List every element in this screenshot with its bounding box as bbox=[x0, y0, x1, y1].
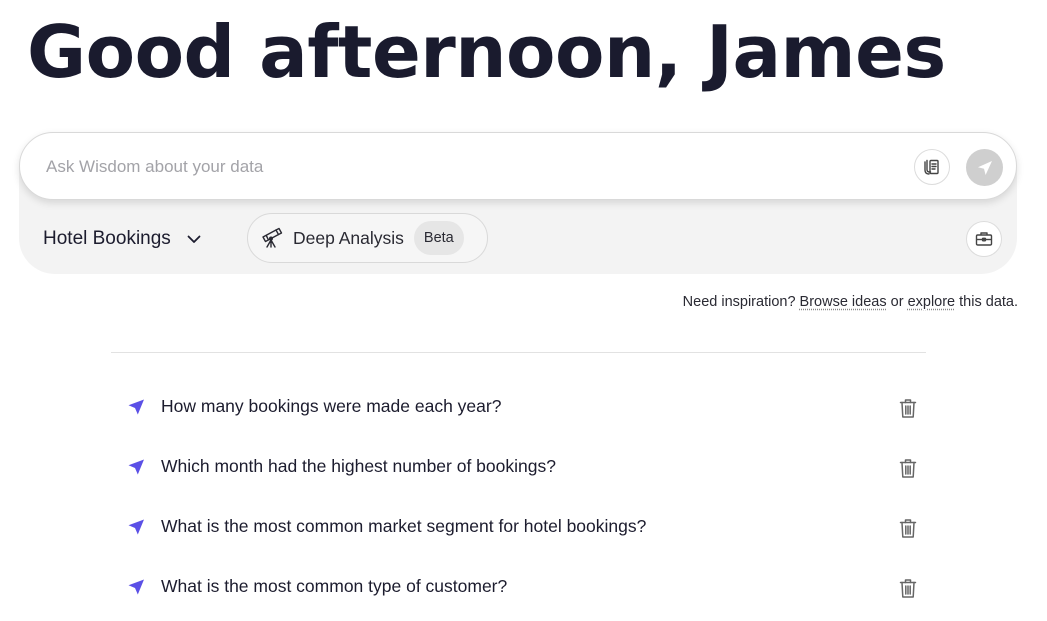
trash-icon[interactable] bbox=[897, 396, 919, 420]
trash-icon[interactable] bbox=[897, 516, 919, 540]
deep-analysis-toggle[interactable]: Deep Analysis Beta bbox=[247, 213, 488, 263]
send-icon bbox=[127, 398, 145, 416]
ask-input[interactable] bbox=[46, 150, 906, 184]
suggestion-text: Which month had the highest number of bo… bbox=[161, 456, 556, 476]
inspiration-middle: or bbox=[890, 294, 904, 310]
send-icon bbox=[127, 578, 145, 596]
explore-data-link[interactable]: explore bbox=[908, 294, 956, 310]
browse-ideas-link[interactable]: Browse ideas bbox=[800, 294, 887, 310]
send-button[interactable] bbox=[966, 149, 1003, 186]
send-icon bbox=[127, 518, 145, 536]
deep-analysis-label: Deep Analysis bbox=[293, 227, 404, 248]
telescope-icon bbox=[260, 226, 284, 250]
page-title: Good afternoon, James bbox=[27, 10, 946, 94]
suggestion-list: How many bookings were made each year? W… bbox=[111, 377, 926, 617]
ask-panel: Hotel Bookings Deep Analysis Beta bbox=[19, 132, 1017, 274]
suggestion-item[interactable]: Which month had the highest number of bo… bbox=[111, 437, 926, 497]
suggestion-item[interactable]: What is the most common type of customer… bbox=[111, 557, 926, 617]
dataset-label: Hotel Bookings bbox=[43, 228, 171, 249]
trash-icon[interactable] bbox=[897, 456, 919, 480]
suggestion-item[interactable]: What is the most common market segment f… bbox=[111, 497, 926, 557]
beta-badge: Beta bbox=[413, 221, 464, 255]
inspiration-prefix: Need inspiration? bbox=[682, 294, 796, 310]
divider bbox=[111, 352, 926, 353]
ask-bar bbox=[19, 132, 1017, 200]
inspiration-text: Need inspiration? Browse ideas or explor… bbox=[683, 294, 1018, 310]
chevron-down-icon bbox=[185, 230, 203, 248]
document-attach-icon bbox=[922, 157, 942, 177]
dataset-select[interactable]: Hotel Bookings bbox=[43, 221, 203, 257]
send-icon bbox=[976, 159, 994, 177]
send-icon bbox=[127, 458, 145, 476]
suggestion-text: What is the most common type of customer… bbox=[161, 576, 508, 596]
suggestion-text: How many bookings were made each year? bbox=[161, 396, 502, 416]
attach-button[interactable] bbox=[914, 149, 950, 185]
trash-icon[interactable] bbox=[897, 576, 919, 600]
suggestion-text: What is the most common market segment f… bbox=[161, 516, 647, 536]
toolbox-icon bbox=[974, 229, 994, 249]
tools-button[interactable] bbox=[966, 221, 1002, 257]
suggestion-item[interactable]: How many bookings were made each year? bbox=[111, 377, 926, 437]
inspiration-suffix: this data. bbox=[959, 294, 1018, 310]
